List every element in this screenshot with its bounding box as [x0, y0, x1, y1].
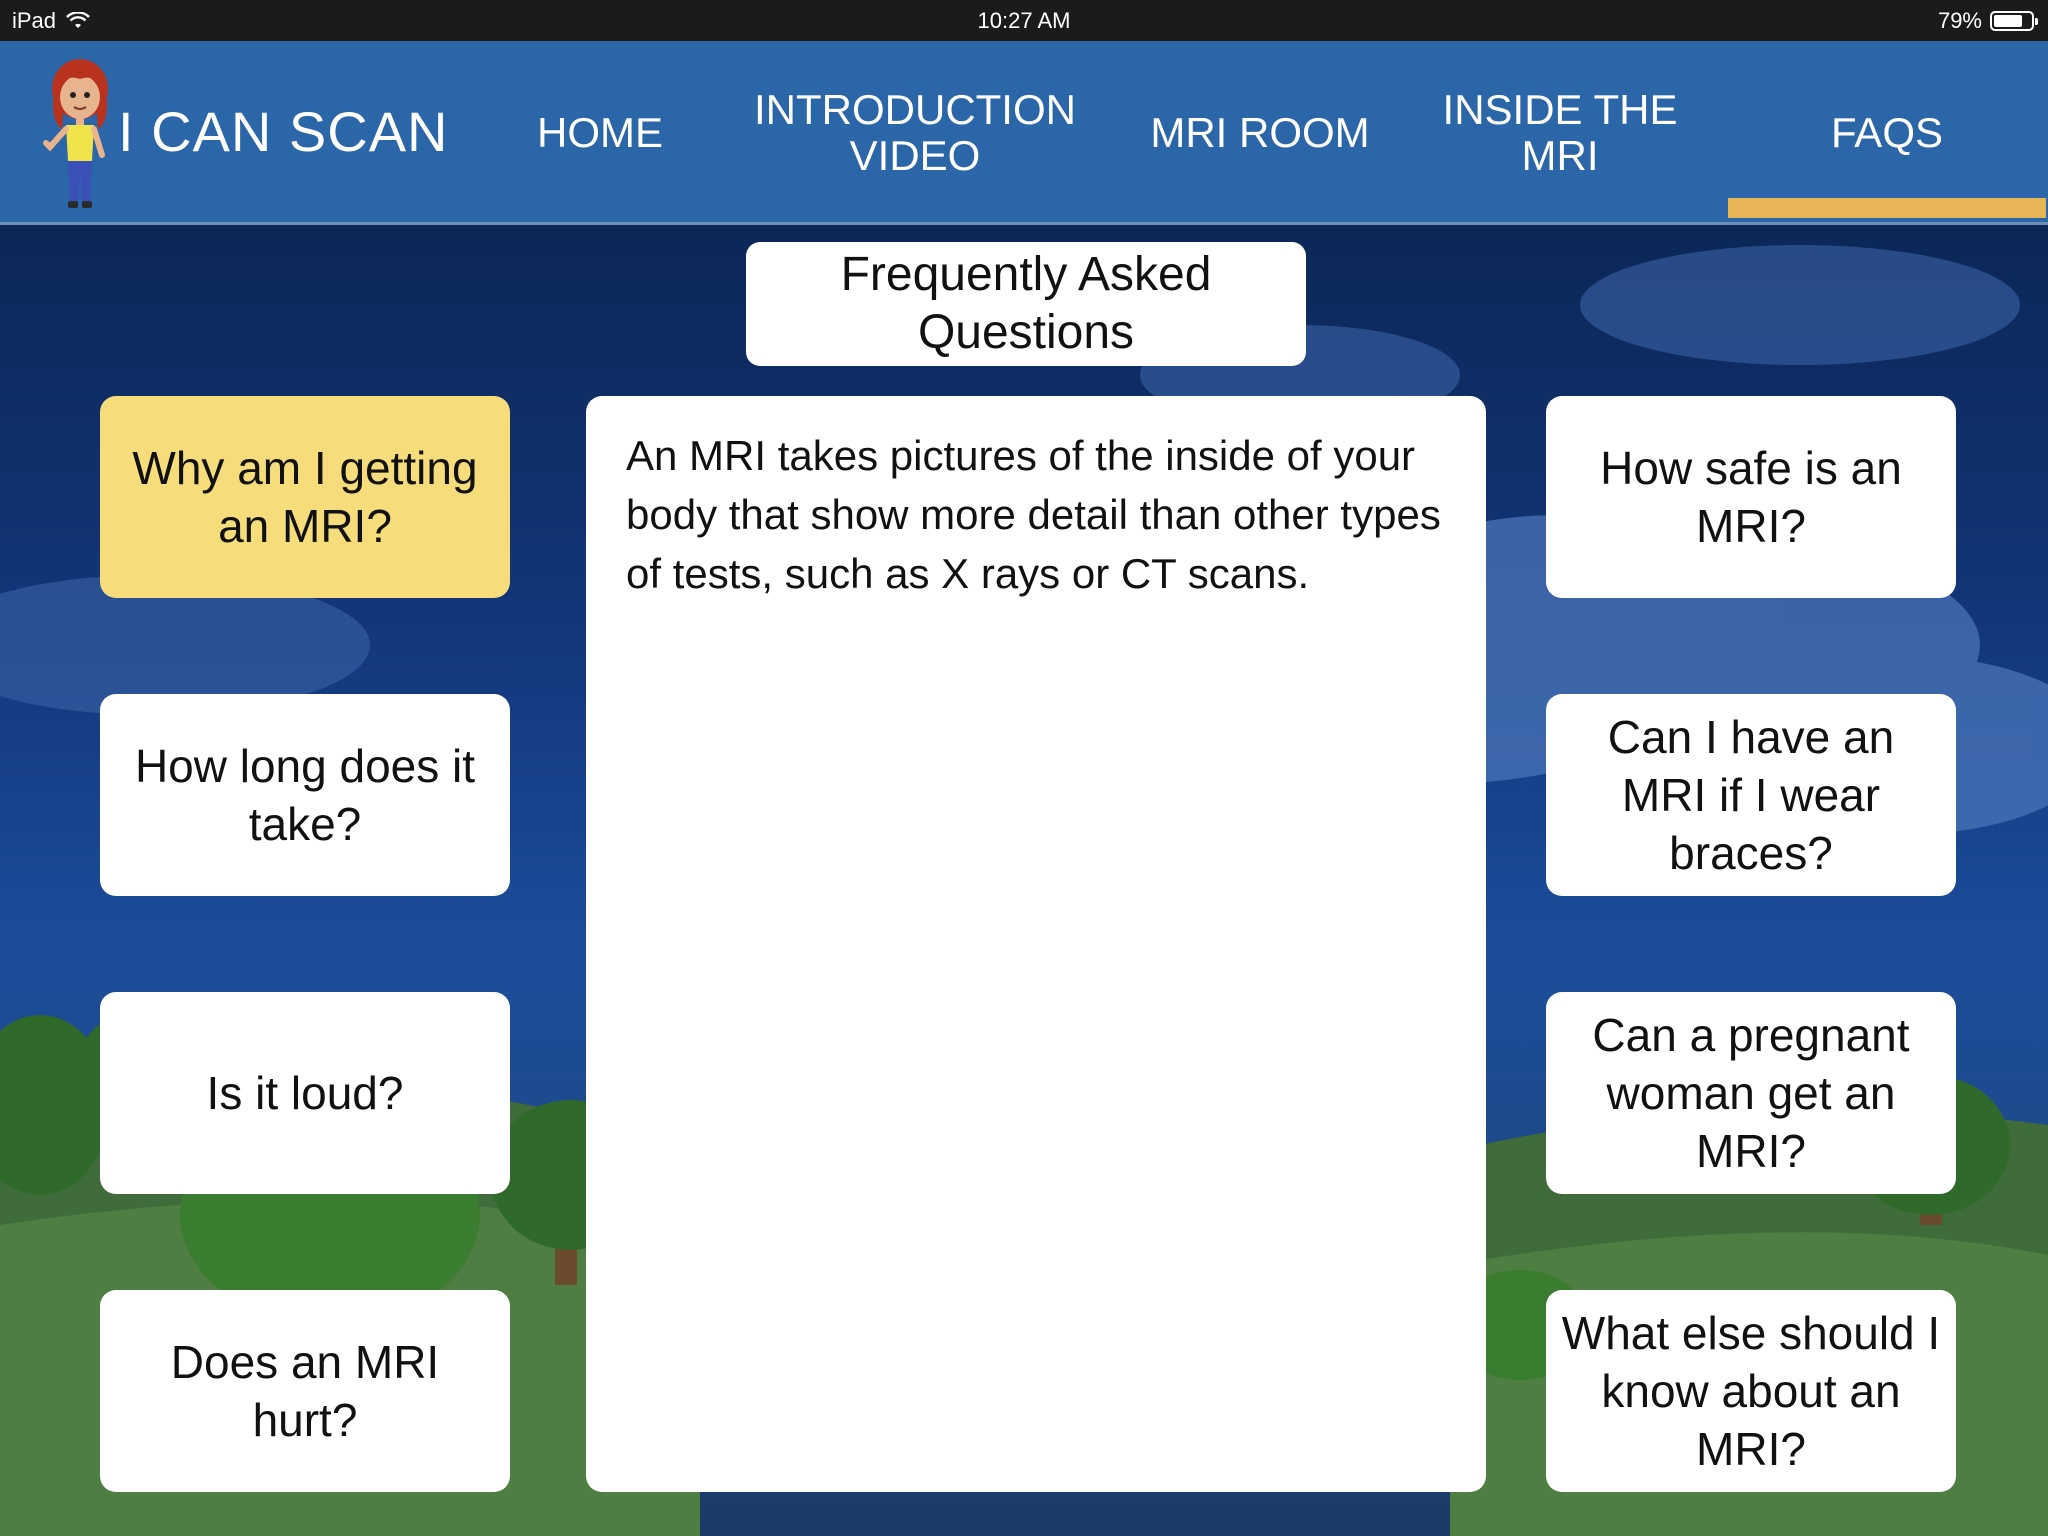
battery-fill [1994, 15, 2023, 27]
battery-icon [1990, 11, 2038, 31]
faq-label: How long does it take? [134, 740, 476, 850]
faq-label: How safe is an MRI? [1600, 442, 1902, 552]
page-title-text: Frequently Asked Questions [840, 248, 1212, 359]
nav-inside-the-mri[interactable]: INSIDE THE MRI [1420, 41, 1700, 225]
faq-how-long-button[interactable]: How long does it take? [100, 694, 510, 896]
battery-percent: 79% [1937, 8, 1982, 33]
faq-label: Does an MRI hurt? [170, 1336, 440, 1446]
faq-label: What else should I know about an MRI? [1561, 1307, 1941, 1475]
answer-text: An MRI takes pictures of the inside of y… [626, 432, 1441, 597]
status-bar: iPad 10:27 AM 79% [0, 0, 2048, 41]
faq-why-mri-button[interactable]: Why am I getting an MRI? [100, 396, 510, 598]
answer-panel: An MRI takes pictures of the inside of y… [586, 396, 1486, 1492]
faq-how-safe-button[interactable]: How safe is an MRI? [1546, 396, 1956, 598]
app-title: I CAN SCAN [118, 100, 449, 163]
faq-is-it-loud-button[interactable]: Is it loud? [100, 992, 510, 1194]
cartoon-girl-mascot-icon [43, 59, 108, 208]
faq-label: Can I have an MRI if I wear braces? [1607, 711, 1895, 879]
faq-braces-button[interactable]: Can I have an MRI if I wear braces? [1546, 694, 1956, 896]
nav-home[interactable]: HOME [500, 41, 700, 225]
faq-label: Why am I getting an MRI? [132, 442, 478, 552]
faq-label: Is it loud? [206, 1067, 404, 1119]
nav-mri-room[interactable]: MRI ROOM [1120, 41, 1400, 225]
faq-does-it-hurt-button[interactable]: Does an MRI hurt? [100, 1290, 510, 1492]
page-title: Frequently Asked Questions [746, 242, 1306, 366]
nav-active-indicator [1728, 198, 2046, 218]
nav-introduction-video[interactable]: INTRODUCTION VIDEO [745, 41, 1085, 225]
faq-what-else-button[interactable]: What else should I know about an MRI? [1546, 1290, 1956, 1492]
status-right: 79% [1937, 8, 2038, 34]
status-time: 10:27 AM [977, 8, 1071, 33]
faq-pregnant-button[interactable]: Can a pregnant woman get an MRI? [1546, 992, 1956, 1194]
faq-label: Can a pregnant woman get an MRI? [1592, 1009, 1910, 1177]
app-header: I CAN SCAN HOME INTRODUCTION VIDEO MRI R… [0, 41, 2048, 225]
